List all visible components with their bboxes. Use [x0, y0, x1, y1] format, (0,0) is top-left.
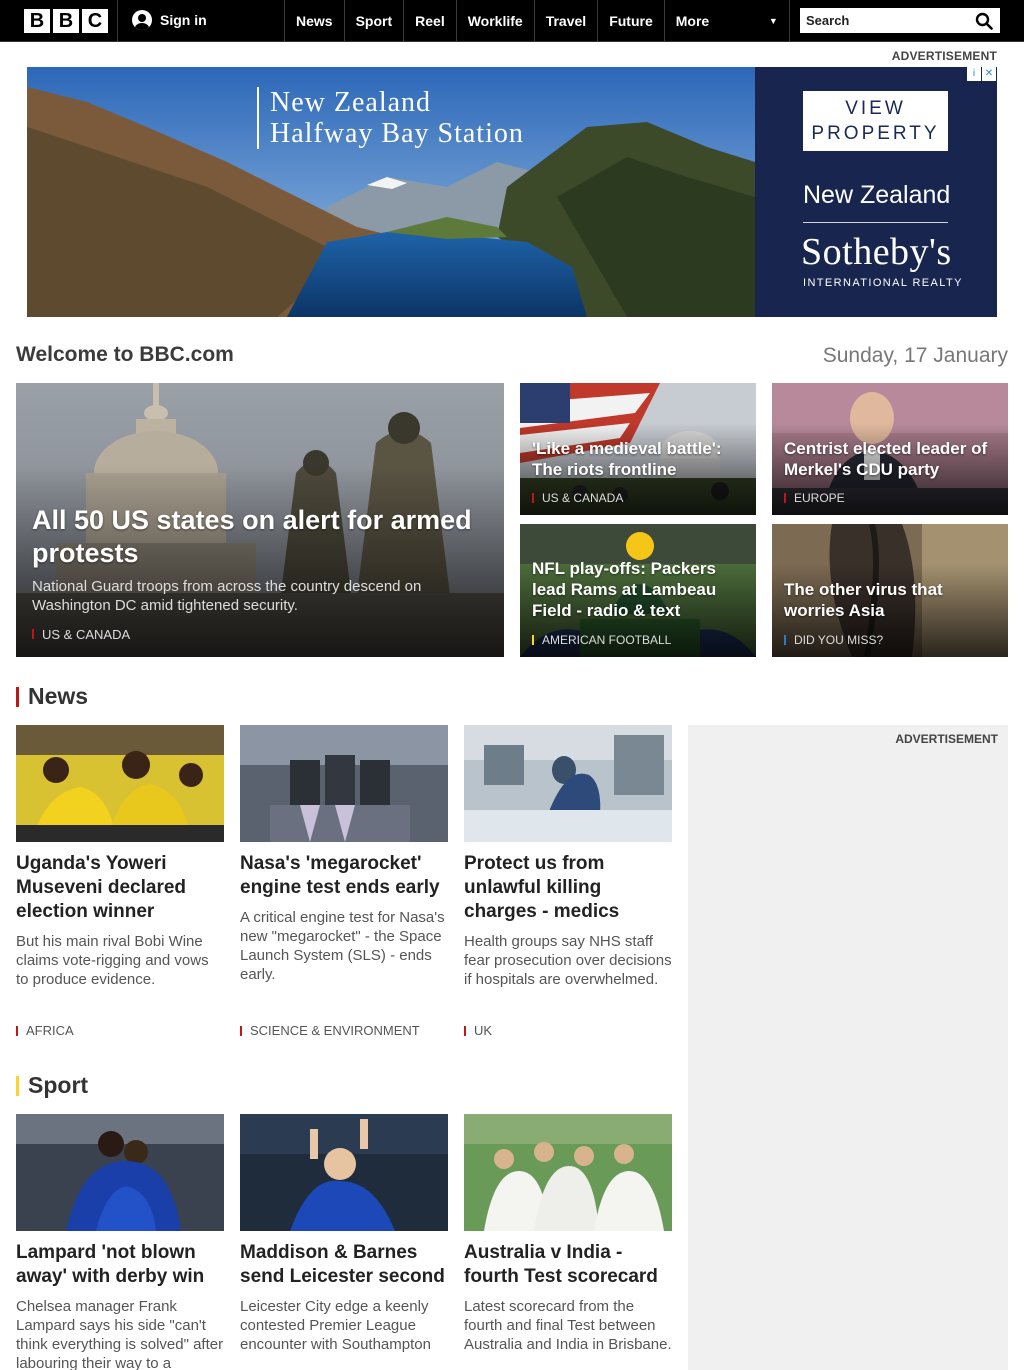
sport-story[interactable]: Lampard 'not blown away' with derby win …	[16, 1114, 224, 1370]
story-headline[interactable]: Maddison & Barnes send Leicester second	[240, 1241, 448, 1289]
nav-item-news[interactable]: News	[284, 0, 344, 42]
news-section-title[interactable]: News	[16, 683, 88, 710]
story-summary: Health groups say NHS staff fear prosecu…	[464, 933, 672, 988]
ad-region-label: New Zealand	[803, 181, 951, 209]
welcome-title: Welcome to BBC.com	[16, 343, 234, 366]
top-card[interactable]: NFL play-offs: Packers lead Rams at Lamb…	[520, 524, 756, 657]
ad-info-icon[interactable]: i	[967, 67, 981, 81]
hero-story[interactable]: All 50 US states on alert for armed prot…	[16, 383, 504, 657]
logo-letter-b1: B	[24, 9, 50, 33]
nav-item-future[interactable]: Future	[597, 0, 664, 42]
top-card-tag[interactable]: DID YOU MISS?	[784, 633, 883, 647]
story-summary: But his main rival Bobi Wine claims vote…	[16, 933, 209, 988]
hero-headline[interactable]: All 50 US states on alert for armed prot…	[32, 504, 492, 570]
hospital-image	[464, 725, 672, 842]
story-tag[interactable]: AFRICA	[16, 1023, 74, 1038]
top-advertisement-banner[interactable]: New Zealand Halfway Bay Station VIEW PRO…	[27, 67, 997, 317]
hero-summary: National Guard troops from across the co…	[32, 578, 422, 614]
user-avatar-icon	[132, 10, 152, 30]
story-headline[interactable]: Nasa's 'megarocket' engine test ends ear…	[240, 852, 448, 900]
megarocket-image	[240, 725, 448, 842]
hero-tag[interactable]: US & CANADA	[32, 627, 130, 642]
top-card[interactable]: Centrist elected leader of Merkel's CDU …	[772, 383, 1008, 515]
sport-story[interactable]: Maddison & Barnes send Leicester second …	[240, 1114, 448, 1354]
caret-down-icon: ▼	[768, 16, 778, 26]
top-card-tag[interactable]: AMERICAN FOOTBALL	[532, 633, 671, 647]
nav-item-sport[interactable]: Sport	[343, 0, 404, 42]
story-summary: Chelsea manager Frank Lampard says his s…	[16, 1298, 224, 1370]
sidebar-ad-label: ADVERTISEMENT	[895, 732, 998, 746]
sport-story[interactable]: Australia v India - fourth Test scorecar…	[464, 1114, 672, 1354]
ad-choices: i ✕	[967, 67, 996, 81]
top-card-headline[interactable]: Centrist elected leader of Merkel's CDU …	[784, 438, 996, 480]
story-summary: Leicester City edge a keenly contested P…	[240, 1298, 431, 1353]
search-input[interactable]	[800, 8, 970, 33]
sign-in-button[interactable]: Sign in	[132, 10, 207, 30]
story-headline[interactable]: Lampard 'not blown away' with derby win	[16, 1241, 224, 1289]
sidebar-advertisement[interactable]: ADVERTISEMENT	[688, 725, 1008, 1370]
search-box	[800, 8, 1000, 33]
story-summary: A critical engine test for Nasa's new "m…	[240, 909, 445, 983]
main-nav: News Sport Reel Worklife Travel Future M…	[284, 0, 790, 42]
story-headline[interactable]: Protect us from unlawful killing charges…	[464, 852, 672, 924]
nav-more-dropdown[interactable]: More ▼	[663, 0, 790, 42]
ad-close-icon[interactable]: ✕	[982, 67, 996, 81]
top-card-headline[interactable]: The other virus that worries Asia	[784, 579, 996, 621]
nav-item-reel[interactable]: Reel	[403, 0, 456, 42]
logo-letter-c: C	[82, 9, 108, 33]
top-card[interactable]: 'Like a medieval battle': The riots fron…	[520, 383, 756, 515]
story-tag[interactable]: UK	[464, 1023, 492, 1038]
ad-title-line1: New Zealand	[270, 87, 432, 118]
nav-item-worklife[interactable]: Worklife	[455, 0, 534, 42]
top-card-headline[interactable]: 'Like a medieval battle': The riots fron…	[532, 438, 744, 480]
sothebys-logo: Sotheby's	[801, 231, 952, 273]
story-headline[interactable]: Uganda's Yoweri Museveni declared electi…	[16, 852, 224, 924]
story-summary: Latest scorecard from the fourth and fin…	[464, 1298, 672, 1353]
ad-side-panel: VIEW PROPERTY New Zealand Sotheby's INTE…	[755, 67, 997, 317]
news-story[interactable]: Nasa's 'megarocket' engine test ends ear…	[240, 725, 448, 984]
nav-divider	[117, 0, 118, 42]
current-date: Sunday, 17 January	[822, 344, 1008, 367]
story-headline[interactable]: Australia v India - fourth Test scorecar…	[464, 1241, 672, 1289]
story-tag[interactable]: SCIENCE & ENVIRONMENT	[240, 1023, 420, 1038]
top-card-tag[interactable]: US & CANADA	[532, 491, 623, 505]
advertisement-label: ADVERTISEMENT	[891, 49, 997, 63]
news-story[interactable]: Uganda's Yoweri Museveni declared electi…	[16, 725, 224, 989]
cricket-image	[464, 1114, 672, 1231]
nav-item-travel[interactable]: Travel	[533, 0, 597, 42]
chelsea-image	[16, 1114, 224, 1231]
leicester-image	[240, 1114, 448, 1231]
uganda-image	[16, 725, 224, 842]
bbc-logo[interactable]: B B C	[24, 9, 108, 33]
logo-letter-b2: B	[53, 9, 79, 33]
sport-section-title[interactable]: Sport	[16, 1072, 88, 1099]
top-card-headline[interactable]: NFL play-offs: Packers lead Rams at Lamb…	[532, 558, 744, 621]
top-card[interactable]: The other virus that worries Asia DID YO…	[772, 524, 1008, 657]
ad-brand-subtitle: INTERNATIONAL REALTY	[803, 277, 963, 289]
news-story[interactable]: Protect us from unlawful killing charges…	[464, 725, 672, 989]
ad-divider	[803, 222, 948, 223]
top-card-tag[interactable]: EUROPE	[784, 491, 845, 505]
search-icon[interactable]	[975, 12, 993, 30]
ad-title-line2: Halfway Bay Station	[270, 118, 524, 149]
ad-title: New Zealand Halfway Bay Station	[257, 87, 524, 149]
sign-in-label: Sign in	[160, 12, 207, 28]
top-navigation-bar: B B C Sign in News Sport Reel Worklife T…	[0, 0, 1024, 42]
view-property-button[interactable]: VIEW PROPERTY	[803, 91, 948, 151]
nav-more-label: More	[675, 13, 710, 29]
